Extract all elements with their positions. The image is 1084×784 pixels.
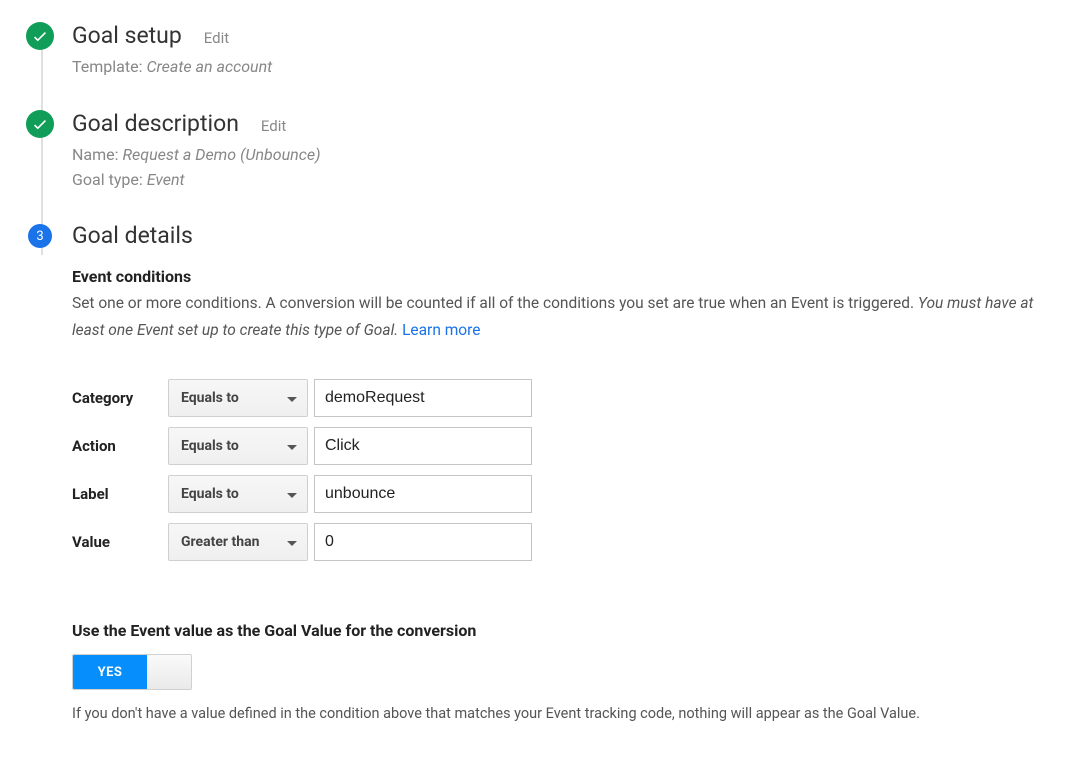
learn-more-link[interactable]: Learn more xyxy=(402,321,480,339)
value-value-input[interactable] xyxy=(314,523,532,561)
step-goal-details: 3 Goal details Event conditions Set one … xyxy=(72,222,1084,725)
edit-link[interactable]: Edit xyxy=(261,117,286,135)
condition-label-value: Value xyxy=(72,533,162,551)
chevron-down-icon xyxy=(287,541,297,546)
check-icon xyxy=(26,110,54,138)
toggle-state-text: YES xyxy=(73,655,147,689)
chevron-down-icon xyxy=(287,445,297,450)
step-title: Goal details xyxy=(72,222,193,249)
check-icon xyxy=(26,22,54,50)
step-goal-setup: Goal setup Edit Template: Create an acco… xyxy=(72,22,1084,80)
condition-label-action: Action xyxy=(72,437,162,455)
chevron-down-icon xyxy=(287,493,297,498)
step-title: Goal description xyxy=(72,110,239,137)
condition-label-label: Label xyxy=(72,485,162,503)
condition-label-category: Category xyxy=(72,389,162,407)
label-operator-dropdown[interactable]: Equals to xyxy=(168,475,308,513)
action-value-input[interactable] xyxy=(314,427,532,465)
value-operator-dropdown[interactable]: Greater than xyxy=(168,523,308,561)
goal-value-toggle-help: If you don't have a value defined in the… xyxy=(72,702,1054,725)
step-subtitle: Template: Create an account xyxy=(72,55,1084,80)
category-operator-dropdown[interactable]: Equals to xyxy=(168,379,308,417)
goal-value-toggle-label: Use the Event value as the Goal Value fo… xyxy=(72,621,1054,640)
step-goal-description: Goal description Edit Name: Request a De… xyxy=(72,110,1084,193)
step-number-badge: 3 xyxy=(28,224,52,248)
category-value-input[interactable] xyxy=(314,379,532,417)
event-conditions-help: Set one or more conditions. A conversion… xyxy=(72,290,1054,343)
edit-link[interactable]: Edit xyxy=(204,29,229,47)
goal-value-toggle[interactable]: YES xyxy=(72,654,192,690)
step-title: Goal setup xyxy=(72,22,182,49)
chevron-down-icon xyxy=(287,397,297,402)
action-operator-dropdown[interactable]: Equals to xyxy=(168,427,308,465)
step-subtitle: Name: Request a Demo (Unbounce) Goal typ… xyxy=(72,143,1084,193)
toggle-handle xyxy=(147,655,191,689)
label-value-input[interactable] xyxy=(314,475,532,513)
event-conditions-header: Event conditions xyxy=(72,267,1054,286)
